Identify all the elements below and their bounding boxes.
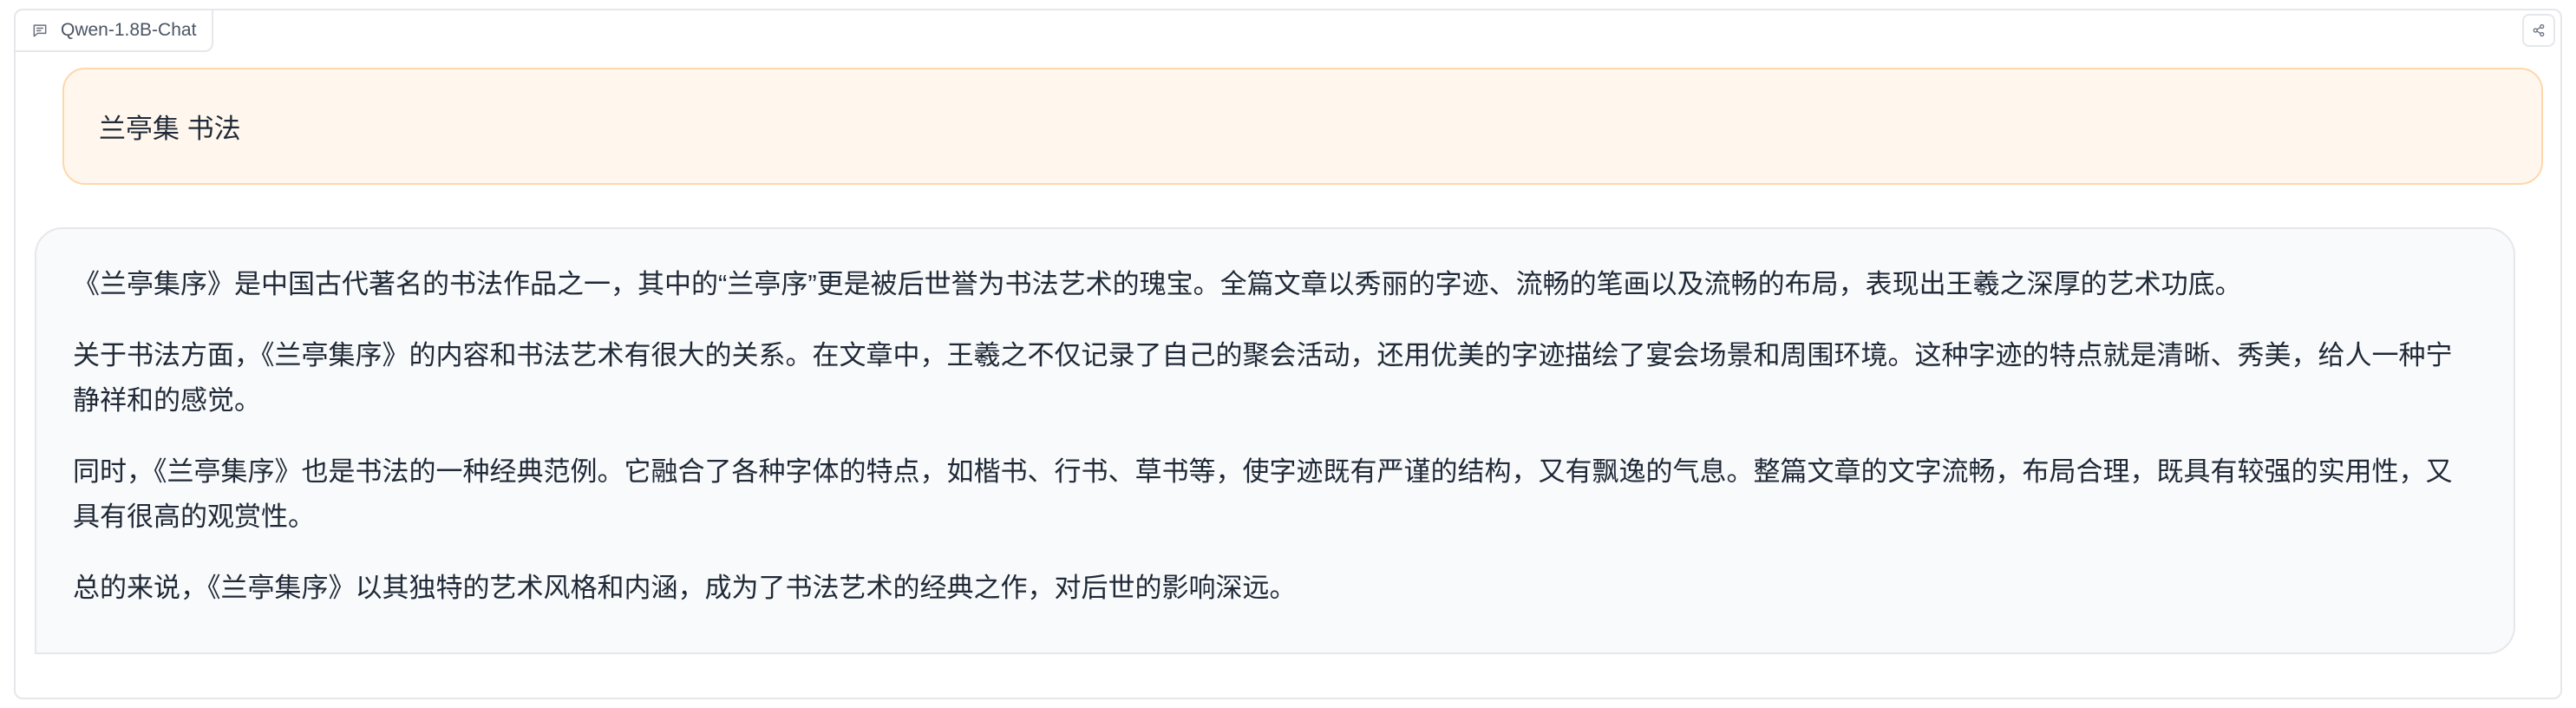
bot-paragraph: 同时，《兰亭集序》也是书法的一种经典范例。它融合了各种字体的特点，如楷书、行书、… — [73, 456, 2453, 532]
chatbot-label: Qwen-1.8B-Chat — [14, 9, 214, 52]
bot-paragraph: 总的来说，《兰亭集序》以其独特的艺术风格和内涵，成为了书法艺术的经典之作，对后世… — [73, 573, 1297, 603]
chat-icon — [31, 22, 49, 39]
share-icon — [2531, 23, 2547, 38]
bot-paragraph: 《兰亭集序》是中国古代著名的书法作品之一，其中的“兰亭序”更是被后世誉为书法艺术… — [73, 269, 2242, 299]
bot-message: 《兰亭集序》是中国古代著名的书法作品之一，其中的“兰亭序”更是被后世誉为书法艺术… — [35, 227, 2515, 654]
chatbot-label-text: Qwen-1.8B-Chat — [61, 20, 197, 40]
user-message-text: 兰亭集 书法 — [99, 114, 241, 144]
bot-paragraph: 关于书法方面，《兰亭集序》的内容和书法艺术有很大的关系。在文章中，王羲之不仅记录… — [73, 340, 2453, 416]
user-message: 兰亭集 书法 — [62, 68, 2543, 185]
share-button[interactable] — [2522, 14, 2555, 47]
